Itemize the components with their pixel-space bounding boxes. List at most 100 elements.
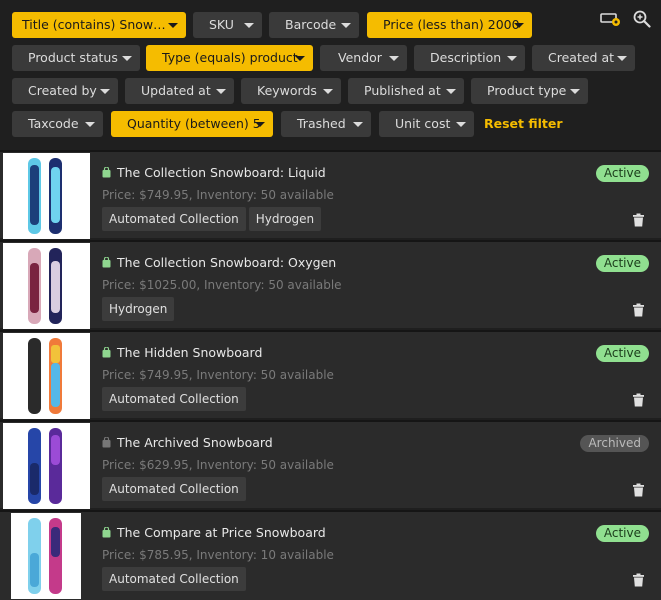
filter-product-type[interactable]: Product type	[471, 78, 588, 104]
caret-down-icon	[389, 56, 399, 61]
product-thumbnail	[3, 423, 90, 509]
product-title: The Collection Snowboard: Liquid	[117, 165, 326, 180]
caret-down-icon	[244, 23, 254, 28]
product-title-line: The Collection Snowboard: Oxygen	[102, 255, 336, 270]
product-meta: Price: $749.95, Inventory: 50 available	[102, 368, 334, 382]
filter-label: Keywords	[257, 83, 317, 98]
status-badge: Active	[595, 255, 649, 272]
caret-down-icon	[295, 56, 305, 61]
filter-description[interactable]: Description	[414, 45, 525, 71]
filter-label: SKU	[209, 17, 234, 32]
trash-icon[interactable]	[632, 572, 645, 591]
tag-list: Automated Collection	[102, 477, 249, 501]
product-thumbnail	[3, 243, 90, 329]
filter-label: Type (equals) product	[162, 50, 298, 65]
settings-slider-icon[interactable]	[600, 11, 622, 31]
filter-created-by[interactable]: Created by	[12, 78, 118, 104]
product-row[interactable]: The Archived Snowboard Price: $629.95, I…	[0, 420, 661, 509]
tag-list: Hydrogen	[102, 297, 177, 321]
filter-published-at[interactable]: Published at	[348, 78, 464, 104]
filter-product-status[interactable]: Product status	[12, 45, 140, 71]
filter-label: Unit cost	[395, 116, 451, 131]
tag: Hydrogen	[248, 207, 322, 231]
product-thumbnail	[11, 513, 81, 599]
filter-barcode[interactable]: Barcode	[269, 12, 359, 38]
filter-keywords[interactable]: Keywords	[241, 78, 341, 104]
filter-label: Title (contains) Snow…	[22, 17, 166, 32]
product-thumbnail	[3, 153, 90, 239]
tag: Automated Collection	[102, 387, 246, 411]
filter-label: Product type	[487, 83, 567, 98]
caret-down-icon	[456, 122, 466, 127]
filter-label: Taxcode	[28, 116, 79, 131]
trash-icon[interactable]	[632, 212, 645, 231]
filter-taxcode[interactable]: Taxcode	[12, 111, 103, 137]
product-meta: Price: $629.95, Inventory: 50 available	[102, 458, 334, 472]
tag: Automated Collection	[102, 477, 246, 501]
filter-label: Updated at	[141, 83, 211, 98]
trash-icon[interactable]	[632, 482, 645, 501]
filter-created-at[interactable]: Created at	[532, 45, 635, 71]
product-row[interactable]: The Collection Snowboard: Oxygen Price: …	[0, 240, 661, 329]
filter-label: Price (less than) 2000	[383, 17, 520, 32]
product-title: The Collection Snowboard: Oxygen	[117, 255, 337, 270]
caret-down-icon	[617, 56, 627, 61]
trash-icon[interactable]	[632, 392, 645, 411]
caret-down-icon	[570, 89, 580, 94]
product-title: The Hidden Snowboard	[117, 345, 263, 360]
product-title-line: The Compare at Price Snowboard	[102, 525, 326, 540]
tag: Hydrogen	[102, 297, 175, 321]
status-badge: Active	[595, 165, 649, 182]
tag: Automated Collection	[102, 207, 246, 231]
product-meta: Price: $749.95, Inventory: 50 available	[102, 188, 334, 202]
caret-down-icon	[507, 56, 517, 61]
zoom-in-icon[interactable]	[633, 10, 651, 32]
caret-down-icon	[446, 89, 456, 94]
filter-title[interactable]: Title (contains) Snow…	[12, 12, 186, 38]
filter-type[interactable]: Type (equals) product	[146, 45, 313, 71]
filter-updated-at[interactable]: Updated at	[125, 78, 234, 104]
filter-trashed[interactable]: Trashed	[281, 111, 371, 137]
filter-unit-cost[interactable]: Unit cost	[379, 111, 474, 137]
product-row[interactable]: The Collection Snowboard: Liquid Price: …	[0, 150, 661, 239]
product-row[interactable]: The Compare at Price Snowboard Price: $7…	[0, 510, 661, 600]
product-row[interactable]: The Hidden Snowboard Price: $749.95, Inv…	[0, 330, 661, 419]
filter-label: Published at	[364, 83, 441, 98]
caret-down-icon	[514, 23, 524, 28]
reset-filter-link[interactable]: Reset filter	[484, 116, 563, 131]
caret-down-icon	[341, 23, 351, 28]
product-thumbnail	[3, 333, 90, 419]
tag-list: Automated Collection	[102, 387, 249, 411]
tag-list: Automated Collection Hydrogen	[102, 207, 324, 231]
filter-label: Product status	[28, 50, 118, 65]
trash-icon[interactable]	[632, 302, 645, 321]
shopping-bag-icon	[102, 257, 111, 268]
status-badge: Archived	[580, 435, 649, 452]
caret-down-icon	[100, 89, 110, 94]
filter-label: Vendor	[338, 50, 382, 65]
product-title-line: The Hidden Snowboard	[102, 345, 262, 360]
filter-label: Barcode	[285, 17, 337, 32]
tag-list: Automated Collection	[102, 567, 249, 591]
shopping-bag-icon	[102, 437, 111, 448]
caret-down-icon	[85, 122, 95, 127]
filter-sku[interactable]: SKU	[193, 12, 262, 38]
status-badge: Active	[595, 345, 649, 362]
filter-bar: Title (contains) Snow… SKU Barcode Price…	[0, 0, 661, 150]
caret-down-icon	[168, 23, 178, 28]
product-title-line: The Collection Snowboard: Liquid	[102, 165, 326, 180]
filter-vendor[interactable]: Vendor	[320, 45, 407, 71]
shopping-bag-icon	[102, 167, 111, 178]
filter-label: Description	[430, 50, 502, 65]
filter-price[interactable]: Price (less than) 2000	[367, 12, 532, 38]
caret-down-icon	[353, 122, 363, 127]
product-title: The Compare at Price Snowboard	[117, 525, 326, 540]
filter-label: Trashed	[297, 116, 346, 131]
filter-quantity[interactable]: Quantity (between) 5	[111, 111, 273, 137]
product-meta: Price: $785.95, Inventory: 10 available	[102, 548, 334, 562]
caret-down-icon	[323, 89, 333, 94]
status-badge: Active	[595, 525, 649, 542]
tag: Automated Collection	[102, 567, 246, 591]
caret-down-icon	[255, 122, 265, 127]
caret-down-icon	[122, 56, 132, 61]
